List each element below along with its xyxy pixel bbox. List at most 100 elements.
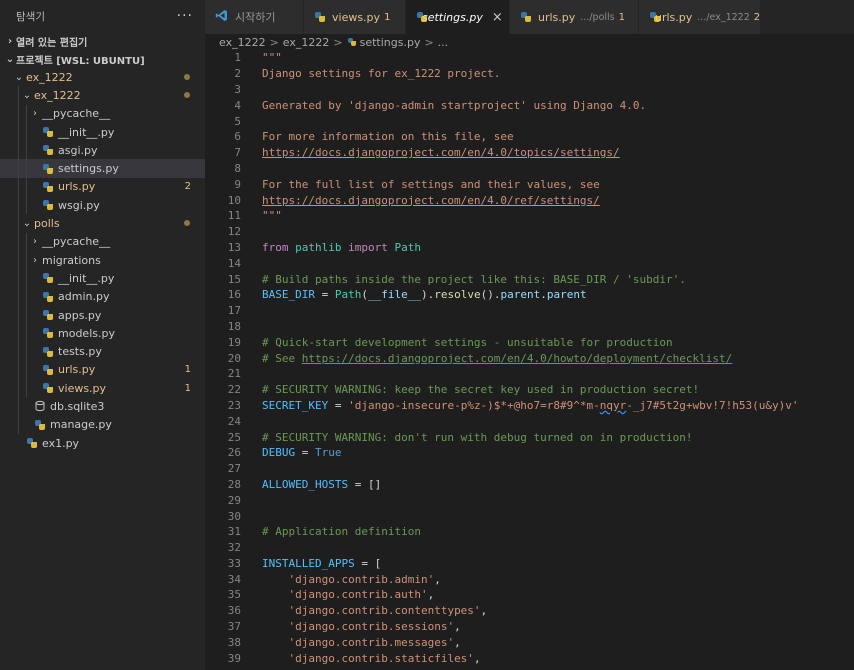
tree-file[interactable]: models.py xyxy=(0,324,205,343)
tree-file[interactable]: urls.py 1 xyxy=(0,360,205,380)
tree-file[interactable]: settings.py xyxy=(0,159,205,178)
close-icon[interactable]: × xyxy=(492,10,503,25)
line-number: 15 xyxy=(227,272,241,286)
line-number: 3 xyxy=(234,82,241,96)
tree-folder[interactable]: › __pycache__ xyxy=(0,104,205,123)
code-token: -_j7#5t2g+wbv!7!h53(u&y)v' xyxy=(626,398,799,412)
code-text: INSTALLED_APPS = [ xyxy=(262,557,381,570)
code-token: = [ xyxy=(354,556,382,570)
tree-file[interactable]: db.sqlite3 xyxy=(0,397,205,416)
tree-item-label: __pycache__ xyxy=(42,107,111,121)
tree-folder[interactable]: ⌄ ex_1222 xyxy=(0,68,205,86)
tree-folder[interactable]: ⌄ ex_1222 xyxy=(0,86,205,105)
indent-guide xyxy=(26,141,27,160)
code-text: # Build paths inside the project like th… xyxy=(262,273,686,286)
code-text: from pathlib import Path xyxy=(262,241,421,254)
tab-views-py[interactable]: views.py 1 xyxy=(304,0,406,34)
tree-file[interactable]: __init__.py xyxy=(0,122,205,142)
code-line: 31 # Application definition xyxy=(205,524,854,540)
indent-guide xyxy=(18,415,19,434)
tree-file[interactable]: urls.py 2 xyxy=(0,177,205,197)
tree-file[interactable]: __init__.py xyxy=(0,269,205,288)
breadcrumb-item[interactable]: ... xyxy=(438,36,449,49)
python-icon xyxy=(42,291,54,303)
tree-file[interactable]: wsgi.py xyxy=(0,196,205,215)
code-token: parent xyxy=(546,288,587,302)
code-token: https://docs.djangoproject.com/en/4.0/ho… xyxy=(301,351,733,365)
tree-file[interactable]: manage.py xyxy=(0,415,205,434)
code-token: import xyxy=(348,240,388,254)
tree-file[interactable]: views.py 1 xyxy=(0,379,205,398)
breadcrumb-item[interactable]: settings.py xyxy=(360,36,421,49)
code-token: 'django.contrib.staticfiles' xyxy=(288,651,474,665)
more-actions-icon[interactable]: ··· xyxy=(177,8,193,24)
line-number: 1 xyxy=(234,51,241,65)
tree-item-label: urls.py xyxy=(58,180,96,194)
line-number: 19 xyxy=(227,335,241,349)
tab--[interactable]: 시작하기 xyxy=(205,0,304,34)
line-number: 9 xyxy=(234,177,241,191)
code-text: # Quick-start development settings - uns… xyxy=(262,336,673,349)
tree-item-label: urls.py xyxy=(58,363,96,377)
tree-file[interactable]: admin.py xyxy=(0,287,205,306)
line-number: 12 xyxy=(227,225,241,239)
indent-guide xyxy=(18,159,19,178)
code-editor[interactable]: 1 """ 2 Django settings for ex_1222 project… xyxy=(205,50,854,670)
line-number: 28 xyxy=(227,477,241,491)
code-token: BASE_DIR xyxy=(262,288,315,302)
tree-folder[interactable]: › migrations xyxy=(0,250,205,270)
breadcrumb-item[interactable]: ex_1222 xyxy=(219,36,266,49)
line-number: 17 xyxy=(227,304,241,318)
tree-file[interactable]: ex1.py xyxy=(0,434,205,452)
python-icon xyxy=(314,11,326,23)
tree-folder[interactable]: ⌄ polls xyxy=(0,214,205,233)
line-number: 7 xyxy=(234,146,241,160)
code-line: 35 'django.contrib.auth', xyxy=(205,587,854,603)
project-section[interactable]: ⌄ 프로젝트 [WSL: UBUNTU] xyxy=(0,50,205,68)
code-line: 32 xyxy=(205,540,854,556)
chevron-right-icon: › xyxy=(33,236,37,248)
code-token: , xyxy=(434,572,441,586)
tab-urls-py[interactable]: urls.py .../ex_1222 2 xyxy=(639,0,761,34)
tree-item-label: __pycache__ xyxy=(42,235,111,249)
tree-item-label: admin.py xyxy=(58,290,110,304)
indent-guide xyxy=(26,305,27,325)
code-text: # See https://docs.djangoproject.com/en/… xyxy=(262,352,732,365)
modified-dot xyxy=(184,74,190,80)
indent-guide xyxy=(26,232,27,251)
tab-urls-py[interactable]: urls.py .../polls 1 xyxy=(510,0,639,34)
indent-guide xyxy=(26,269,27,288)
python-icon xyxy=(347,37,357,47)
tree-item-label: __init__.py xyxy=(58,125,115,139)
tree-folder[interactable]: › __pycache__ xyxy=(0,232,205,251)
code-line: 7 https://docs.djangoproject.com/en/4.0/t… xyxy=(205,145,854,161)
breadcrumb-item[interactable]: ex_1222 xyxy=(283,36,330,49)
indent-guide xyxy=(26,122,27,142)
open-editors-section[interactable]: › 열려 있는 편집기 xyxy=(0,32,205,50)
code-token: , xyxy=(454,620,461,634)
tab-description: .../ex_1222 xyxy=(697,11,750,23)
python-icon xyxy=(42,309,54,321)
code-line: 26 DEBUG = True xyxy=(205,445,854,461)
tree-file[interactable]: asgi.py xyxy=(0,141,205,160)
tree-file[interactable]: tests.py xyxy=(0,342,205,361)
tab-problem-count: 1 xyxy=(618,11,625,23)
tab-settings-py[interactable]: settings.py × xyxy=(406,0,510,34)
code-token: https://docs.djangoproject.com/en/4.0/re… xyxy=(262,193,600,207)
vscode-icon xyxy=(215,9,228,25)
line-number: 11 xyxy=(227,209,241,223)
tree-item-label: views.py xyxy=(58,381,107,395)
code-text: 'django.contrib.messages', xyxy=(262,636,461,649)
code-token: 'django-insecure-p%z-)$*+@ho7=r8#9^*m- xyxy=(348,398,600,412)
code-line: 38 'django.contrib.messages', xyxy=(205,634,854,650)
tree-item-label: models.py xyxy=(58,326,115,340)
tree-item-label: manage.py xyxy=(50,418,112,432)
chevron-right-icon: › xyxy=(33,254,37,266)
code-text: Django settings for ex_1222 project. xyxy=(262,67,500,80)
code-text: """ xyxy=(262,51,282,64)
breadcrumb-separator: > xyxy=(269,35,279,49)
tree-file[interactable]: apps.py xyxy=(0,305,205,325)
indent-guide xyxy=(18,379,19,398)
